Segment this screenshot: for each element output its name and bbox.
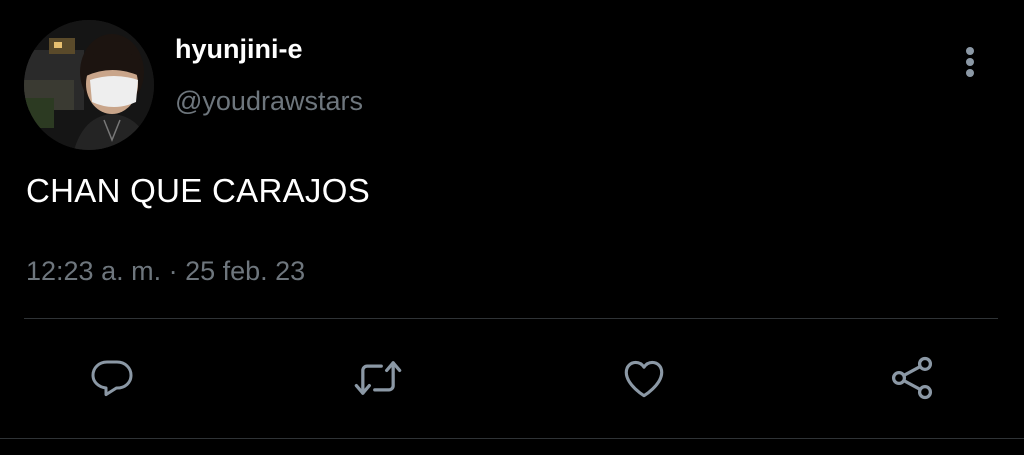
reply-button[interactable] [86, 352, 138, 404]
share-icon [891, 356, 933, 400]
divider [24, 318, 998, 319]
tweet-timestamp[interactable]: 12:23 a. m. · 25 feb. 23 [26, 256, 305, 287]
avatar-image [24, 20, 154, 150]
retweet-icon [354, 361, 402, 395]
display-name[interactable]: hyunjini-e [175, 34, 303, 65]
heart-icon [624, 360, 664, 398]
like-button[interactable] [618, 352, 670, 404]
share-button[interactable] [886, 352, 938, 404]
avatar[interactable] [24, 20, 154, 150]
more-vertical-icon [966, 47, 974, 77]
tweet-text: CHAN QUE CARAJOS [26, 172, 371, 209]
retweet-button[interactable] [352, 352, 404, 404]
tweet-detail: hyunjini-e @youdrawstars CHAN QUE CARAJO… [0, 0, 1024, 455]
reply-icon [91, 360, 133, 397]
divider [0, 438, 1024, 439]
more-options-button[interactable] [952, 40, 988, 84]
user-handle[interactable]: @youdrawstars [175, 86, 363, 117]
